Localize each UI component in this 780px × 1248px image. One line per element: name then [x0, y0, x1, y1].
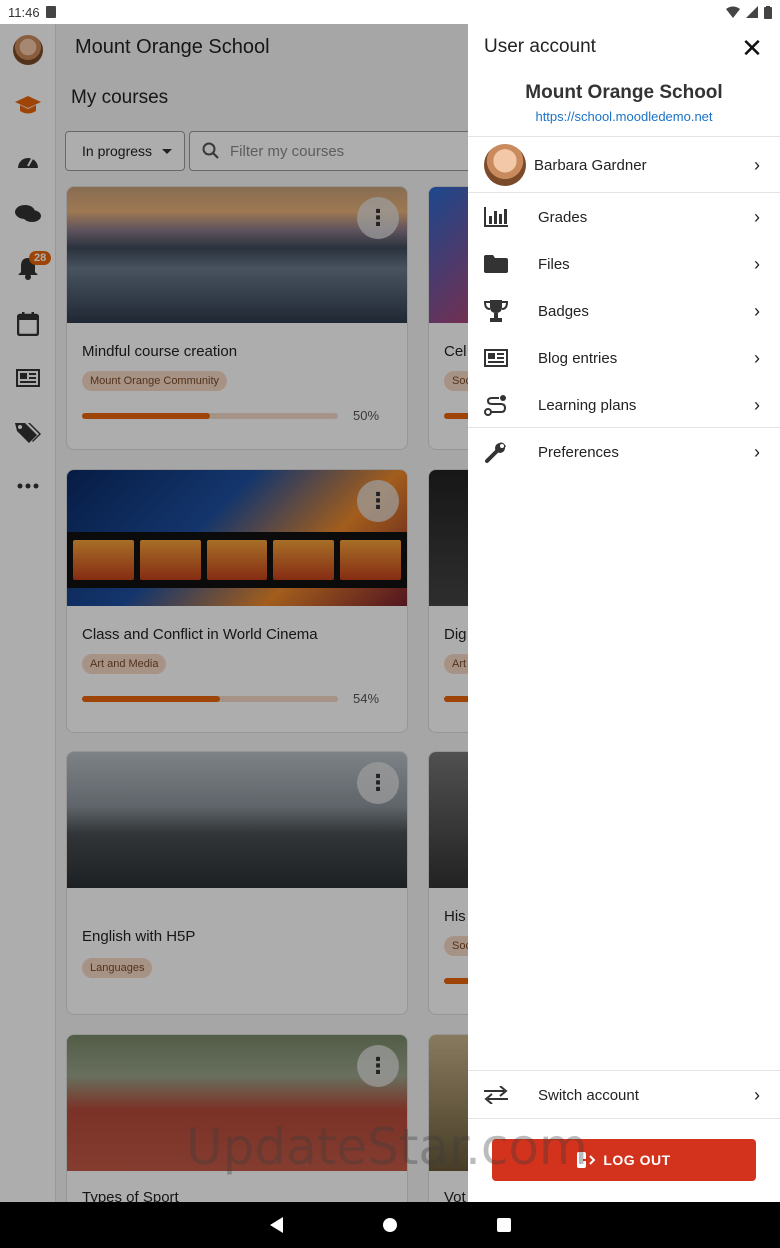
drawer-backdrop[interactable] [0, 24, 468, 1202]
battery-icon [764, 5, 772, 19]
user-name: Barbara Gardner [534, 156, 647, 174]
status-icons [726, 5, 772, 19]
bar-chart-icon [484, 207, 508, 227]
drawer-title: User account [484, 36, 596, 57]
chevron-right-icon: › [754, 347, 760, 368]
status-time: 11:46 [8, 4, 40, 20]
divider [468, 192, 780, 193]
avatar [484, 144, 526, 186]
menu-item-blog-entries[interactable]: Blog entries › [468, 335, 780, 381]
chevron-right-icon: › [754, 253, 760, 274]
system-nav-bar [0, 1202, 780, 1248]
menu-item-label: Files [538, 255, 570, 273]
signal-icon [746, 6, 758, 18]
menu-item-label: Preferences [538, 443, 619, 461]
user-profile-row[interactable]: Barbara Gardner › [468, 142, 780, 188]
menu-item-grades[interactable]: Grades › [468, 194, 780, 240]
chevron-right-icon: › [754, 1084, 760, 1105]
menu-item-badges[interactable]: Badges › [468, 288, 780, 334]
switch-arrows-icon [484, 1086, 508, 1104]
divider [468, 427, 780, 428]
close-icon: ✕ [741, 33, 763, 63]
site-name: Mount Orange School [525, 82, 723, 103]
menu-item-label: Blog entries [538, 349, 618, 367]
site-url-link[interactable]: https://school.moodledemo.net [468, 109, 780, 124]
folder-icon [484, 255, 508, 273]
wrench-icon [485, 442, 506, 463]
menu-item-learning-plans[interactable]: Learning plans › [468, 382, 780, 428]
newspaper-icon [484, 349, 508, 367]
home-icon[interactable] [382, 1218, 397, 1232]
user-account-drawer: User account ✕ Mount Orange School https… [468, 24, 780, 1202]
sd-card-icon [45, 6, 56, 18]
wifi-icon [726, 6, 740, 18]
divider [468, 136, 780, 137]
menu-item-preferences[interactable]: Preferences › [468, 429, 780, 475]
switch-account-label: Switch account [538, 1086, 639, 1104]
logout-label: LOG OUT [603, 1152, 671, 1168]
recent-apps-icon[interactable] [496, 1218, 511, 1232]
status-bar: 11:46 [0, 0, 780, 24]
chevron-right-icon: › [754, 154, 760, 175]
divider [468, 1070, 780, 1071]
back-icon[interactable] [269, 1217, 283, 1233]
chevron-right-icon: › [754, 441, 760, 462]
route-icon [484, 395, 507, 416]
trophy-icon [484, 300, 508, 322]
menu-item-label: Grades [538, 208, 588, 226]
switch-account-row[interactable]: Switch account › [468, 1072, 780, 1118]
chevron-right-icon: › [754, 394, 760, 415]
menu-item-label: Learning plans [538, 396, 637, 414]
close-button[interactable]: ✕ [738, 34, 766, 62]
watermark: UpdateStar.com [186, 1118, 588, 1176]
chevron-right-icon: › [754, 300, 760, 321]
chevron-right-icon: › [754, 206, 760, 227]
menu-item-label: Badges [538, 302, 589, 320]
menu-item-files[interactable]: Files › [468, 241, 780, 287]
